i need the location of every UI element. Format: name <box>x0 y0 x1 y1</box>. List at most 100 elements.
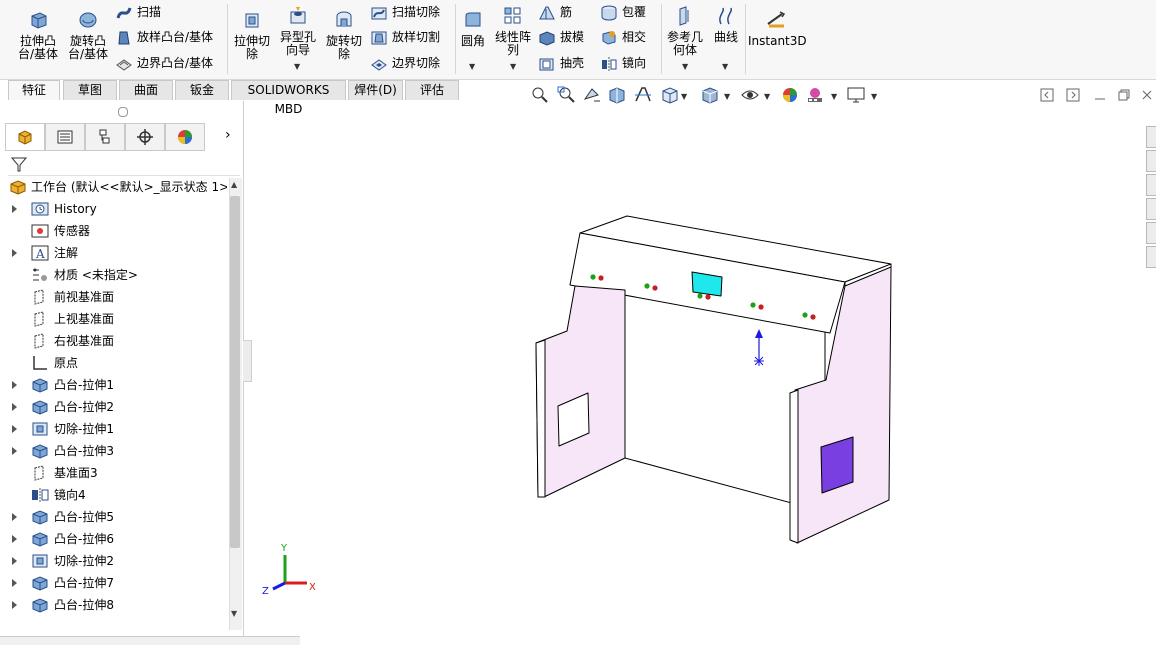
plane-icon <box>31 333 49 349</box>
extrude-boss-button[interactable]: 拉伸凸 台/基体 <box>14 10 62 61</box>
tree-item[interactable]: 右视基准面 <box>0 330 228 352</box>
boundary-cut-button[interactable]: 边界切除 <box>370 55 440 72</box>
linear-pattern-button[interactable]: 线性阵 列 <box>492 6 534 57</box>
expand-arrow-icon[interactable] <box>12 381 17 389</box>
sweep-button[interactable]: 扫描 <box>115 4 161 21</box>
task-pane-library-tab[interactable] <box>1146 150 1156 172</box>
mirror-button[interactable]: 镜向 <box>600 55 646 72</box>
swept-cut-button[interactable]: 扫描切除 <box>370 4 440 21</box>
tree-item[interactable]: 基准面3 <box>0 462 228 484</box>
tree-item[interactable]: 凸台-拉伸3 <box>0 440 228 462</box>
tab-sketch[interactable]: 草图 <box>63 80 117 100</box>
fillet-button[interactable]: 圆角 <box>458 10 488 48</box>
tree-item[interactable]: 切除-拉伸2 <box>0 550 228 572</box>
expand-arrow-icon[interactable] <box>12 601 17 609</box>
hole-wizard-button[interactable]: 异型孔 向导 <box>276 6 320 57</box>
extrude-cut-button[interactable]: 拉伸切 除 <box>230 10 274 61</box>
reference-geometry-dropdown[interactable]: ▼ <box>682 62 688 71</box>
task-pane-explorer-tab[interactable] <box>1146 174 1156 196</box>
hide-show-dropdown[interactable]: ▼ <box>764 92 770 101</box>
view-orientation-dropdown[interactable]: ▼ <box>681 92 687 101</box>
view-settings-dropdown[interactable]: ▼ <box>871 92 877 101</box>
expand-arrow-icon[interactable] <box>12 557 17 565</box>
revolve-boss-button[interactable]: 旋转凸 台/基体 <box>64 10 112 61</box>
close-icon[interactable] <box>1140 88 1154 102</box>
extrude-cut-icon <box>245 13 259 28</box>
boundary-boss-button[interactable]: 边界凸台/基体 <box>115 55 213 72</box>
scroll-up-icon[interactable]: ▲ <box>231 180 237 189</box>
restore-icon[interactable] <box>1117 88 1131 102</box>
task-pane-resources-tab[interactable] <box>1146 126 1156 148</box>
tile-right-icon[interactable] <box>1066 88 1080 102</box>
tab-feature-manager[interactable] <box>5 123 45 151</box>
linear-pattern-dropdown[interactable]: ▼ <box>510 62 516 71</box>
expand-arrow-icon[interactable] <box>12 513 17 521</box>
rib-icon <box>539 6 555 19</box>
tree-item[interactable]: 凸台-拉伸2 <box>0 396 228 418</box>
expand-arrow-icon[interactable] <box>12 249 17 257</box>
tree-item[interactable]: 凸台-拉伸7 <box>0 572 228 594</box>
tree-item[interactable]: 凸台-拉伸1 <box>0 374 228 396</box>
tree-item-label: History <box>54 202 97 216</box>
task-pane-appearances-tab[interactable] <box>1146 222 1156 244</box>
expand-arrow-icon[interactable] <box>12 403 17 411</box>
tab-property-manager[interactable] <box>45 123 85 151</box>
tree-item[interactable]: A 注解 <box>0 242 228 264</box>
tree-item[interactable]: 镜向4 <box>0 484 228 506</box>
expand-arrow-icon[interactable] <box>12 425 17 433</box>
tree-item[interactable]: 前视基准面 <box>0 286 228 308</box>
tab-configuration-manager[interactable] <box>85 123 125 151</box>
panel-grip-icon[interactable] <box>118 107 128 117</box>
reference-geometry-button[interactable]: 参考几 何体 <box>664 6 706 57</box>
minimize-icon[interactable] <box>1093 88 1107 102</box>
tab-weldments[interactable]: 焊件(D) <box>348 80 403 100</box>
tab-surfaces[interactable]: 曲面 <box>119 80 173 100</box>
tree-item-label: 前视基准面 <box>54 290 115 304</box>
apply-scene-dropdown[interactable]: ▼ <box>831 92 837 101</box>
tab-dimxpert-manager[interactable] <box>125 123 165 151</box>
fillet-dropdown[interactable]: ▼ <box>469 62 475 71</box>
tab-features[interactable]: 特征 <box>8 80 60 100</box>
task-pane-palette-tab[interactable] <box>1146 198 1156 220</box>
curves-dropdown[interactable]: ▼ <box>722 62 728 71</box>
intersect-button[interactable]: 相交 <box>600 29 646 46</box>
right-side-edge <box>789 389 799 544</box>
tree-item[interactable]: 传感器 <box>0 220 228 242</box>
task-pane-custom-props-tab[interactable] <box>1146 246 1156 268</box>
expand-arrow-icon[interactable] <box>12 579 17 587</box>
expand-arrow-icon[interactable] <box>12 535 17 543</box>
panel-tabs-more-icon[interactable]: › <box>225 127 231 143</box>
tree-filter[interactable] <box>8 153 240 176</box>
tab-sheet-metal[interactable]: 钣金 <box>175 80 229 100</box>
tree-item-label: 凸台-拉伸3 <box>54 444 114 458</box>
tile-left-icon[interactable] <box>1040 88 1054 102</box>
tree-item[interactable]: 凸台-拉伸5 <box>0 506 228 528</box>
tab-evaluate[interactable]: 评估 <box>405 80 459 100</box>
tab-solidworks-mbd[interactable]: SOLIDWORKS MBD <box>231 80 346 116</box>
wrap-button[interactable]: 包覆 <box>600 4 646 21</box>
draft-button[interactable]: 拔模 <box>538 29 584 46</box>
tree-item[interactable]: 切除-拉伸1 <box>0 418 228 440</box>
tree-item[interactable]: History <box>0 198 228 220</box>
tree-item[interactable]: 材质 <未指定> <box>0 264 228 286</box>
expand-arrow-icon[interactable] <box>12 205 17 213</box>
shell-button[interactable]: 抽壳 <box>538 55 584 72</box>
tree-item[interactable]: 凸台-拉伸6 <box>0 528 228 550</box>
instant3d-button[interactable]: Instant3D <box>748 10 807 48</box>
tree-item[interactable]: 原点 <box>0 352 228 374</box>
curves-button[interactable]: 曲线 <box>710 6 742 44</box>
scroll-down-icon[interactable]: ▼ <box>231 609 237 618</box>
graphics-area[interactable]: Y X Z <box>244 101 1144 644</box>
lofted-cut-button[interactable]: 放样切割 <box>370 29 440 46</box>
loft-boss-button[interactable]: 放样凸台/基体 <box>115 29 213 46</box>
expand-arrow-icon[interactable] <box>12 447 17 455</box>
tree-item[interactable]: 凸台-拉伸8 <box>0 594 228 616</box>
tree-item[interactable]: 上视基准面 <box>0 308 228 330</box>
display-style-dropdown[interactable]: ▼ <box>724 92 730 101</box>
tree-root-part[interactable]: 工作台 (默认<<默认>_显示状态 1> <box>0 176 230 198</box>
tree-scrollbar-thumb[interactable] <box>230 196 240 548</box>
rib-button[interactable]: 筋 <box>538 4 572 21</box>
revolve-cut-button[interactable]: 旋转切 除 <box>322 10 366 61</box>
hole-wizard-dropdown[interactable]: ▼ <box>294 62 300 71</box>
tab-display-manager[interactable] <box>165 123 205 151</box>
